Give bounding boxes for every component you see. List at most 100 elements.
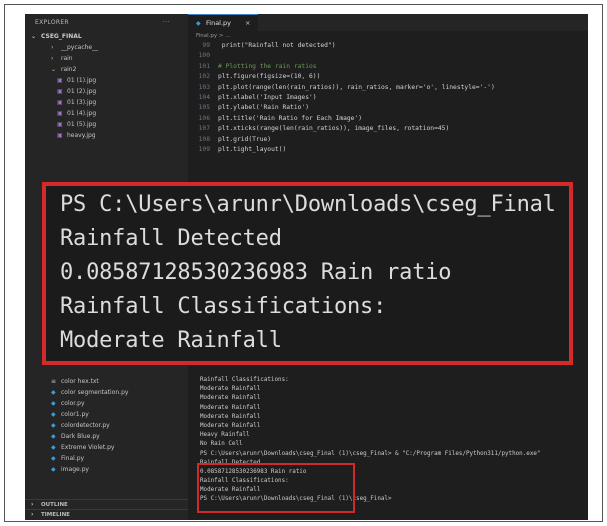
- sidebar-item[interactable]: ▣ 01 (4).jpg: [25, 108, 188, 119]
- code-line: 108 plt.grid(True): [188, 135, 588, 145]
- sidebar-item[interactable]: ▣ 01 (2).jpg: [25, 86, 188, 97]
- code-text: plt.ylabel('Rain Ratio'): [218, 104, 309, 112]
- sidebar-item[interactable]: ▣ heavy.jpg: [25, 130, 188, 141]
- image-file-icon: ▣: [57, 132, 63, 139]
- image-file-icon: ▣: [57, 88, 63, 95]
- python-file-icon: ◆: [51, 422, 56, 429]
- terminal-line: Moderate Rainfall: [200, 422, 261, 429]
- sidebar-item-label: 01 (5).jpg: [67, 121, 97, 128]
- sidebar-file-item[interactable]: ◆ Dark Blue.py: [25, 431, 188, 442]
- sidebar-file-label: color hex.txt: [61, 378, 99, 385]
- terminal-line: PS C:\Users\arunr\Downloads\cseg_Final (…: [200, 450, 541, 457]
- sidebar-item-label: rain: [61, 55, 73, 62]
- code-line: 103 plt.plot(range(len(rain_ratios)), rai…: [188, 83, 588, 93]
- code-line: 104 plt.xlabel('Input Images'): [188, 93, 588, 103]
- sidebar-file-item[interactable]: ≡ color hex.txt: [25, 376, 188, 387]
- sidebar-file-item[interactable]: ◆ color.py: [25, 398, 188, 409]
- sidebar-item-label: 01 (4).jpg: [67, 110, 97, 117]
- python-file-icon: ◆: [51, 433, 56, 440]
- code-line: 102 plt.figure(figsize=(10, 6)): [188, 72, 588, 82]
- line-number: 105: [198, 104, 210, 112]
- python-file-icon: ◆: [51, 411, 56, 418]
- explorer-title-label: EXPLORER: [35, 19, 69, 26]
- code-editor[interactable]: 99 print("Rainfall not detected") 100 101 #…: [188, 41, 588, 155]
- code-text: plt.plot(range(len(rain_ratios)), rain_r…: [218, 83, 495, 91]
- image-file-icon: ▣: [57, 99, 63, 106]
- line-number: 102: [198, 73, 210, 81]
- terminal-highlight-box: [197, 463, 355, 513]
- terminal-line: Rainfall Classifications:: [200, 377, 289, 383]
- sidebar-file-label: colordetector.py: [61, 422, 110, 429]
- sidebar-item[interactable]: › __pycache__: [25, 42, 188, 53]
- timeline-section[interactable]: › TIMELINE: [25, 509, 188, 519]
- terminal-line: No Rain Cell: [200, 441, 243, 448]
- code-line: 109 plt.tight_layout(): [188, 145, 588, 155]
- close-icon[interactable]: ×: [245, 19, 250, 27]
- terminal-line: Moderate Rainfall: [200, 395, 261, 402]
- image-file-icon: ▣: [57, 77, 63, 84]
- chevron-right-icon: ›: [51, 44, 54, 51]
- chevron-right-icon: ›: [51, 55, 54, 62]
- vscode-screenshot: EXPLORER ··· ⌄ CSEG_FINAL › __pycache__ › ra…: [25, 14, 588, 520]
- terminal-line: Heavy Rainfall: [200, 432, 250, 439]
- python-file-icon: ◆: [51, 389, 56, 396]
- sidebar-file-item[interactable]: ◆ image.py: [25, 464, 188, 475]
- sidebar-item-label: 01 (3).jpg: [67, 99, 97, 106]
- explorer-lower-list: ≡ color hex.txt ◆ color segmentation.py ◆ col…: [25, 376, 188, 475]
- sidebar-file-label: image.py: [61, 466, 89, 473]
- python-file-icon: ◆: [51, 400, 56, 407]
- sidebar-item[interactable]: › rain: [25, 53, 188, 64]
- sidebar-file-item[interactable]: ◆ color1.py: [25, 409, 188, 420]
- line-number: 106: [198, 114, 210, 122]
- line-number: 101: [198, 62, 210, 70]
- chevron-down-icon: ⌄: [51, 66, 57, 73]
- explorer-title: EXPLORER ···: [25, 14, 188, 31]
- sidebar-file-item[interactable]: ◆ colordetector.py: [25, 420, 188, 431]
- line-number: 107: [198, 125, 210, 133]
- line-number: 99: [202, 42, 210, 49]
- code-text: plt.xlabel('Input Images'): [218, 93, 317, 101]
- code-text: plt.title('Rain Ratio for Each Image'): [218, 114, 363, 122]
- image-file-icon: ▣: [57, 121, 63, 128]
- code-text: # Plotting the rain ratios: [218, 62, 317, 70]
- zoom-terminal-line: Moderate Rainfall: [60, 328, 282, 353]
- code-text: plt.tight_layout(): [218, 145, 287, 153]
- text-file-icon: ≡: [51, 378, 57, 385]
- more-actions-icon[interactable]: ···: [163, 14, 170, 31]
- sidebar-file-label: color segmentation.py: [61, 389, 129, 396]
- tab-final-py[interactable]: ◆ Final.py ×: [188, 14, 258, 31]
- figure-frame: EXPLORER ··· ⌄ CSEG_FINAL › __pycache__ › ra…: [4, 4, 603, 522]
- sidebar-file-item[interactable]: ◆ Extreme Violet.py: [25, 442, 188, 453]
- code-line: 106 plt.title('Rain Ratio for Each Image'…: [188, 114, 588, 124]
- editor-tab-bar: ◆ Final.py ×: [188, 14, 588, 31]
- sidebar-file-label: color.py: [61, 400, 85, 407]
- project-folder[interactable]: ⌄ CSEG_FINAL: [25, 31, 188, 42]
- sidebar-file-item[interactable]: ◆ color segmentation.py: [25, 387, 188, 398]
- sidebar-item[interactable]: ⌄ rain2: [25, 64, 188, 75]
- sidebar-file-item[interactable]: ◆ Final.py: [25, 453, 188, 464]
- timeline-label: TIMELINE: [41, 512, 70, 518]
- line-number: 109: [198, 145, 210, 153]
- terminal-line: Moderate Rainfall: [200, 386, 261, 393]
- sidebar-file-label: color1.py: [61, 411, 89, 418]
- zoom-terminal-line: Rainfall Detected: [60, 226, 282, 251]
- python-file-icon: ◆: [51, 444, 56, 451]
- outline-section[interactable]: › OUTLINE: [25, 499, 188, 509]
- terminal-line: Moderate Rainfall: [200, 413, 261, 420]
- python-file-icon: ◆: [51, 466, 56, 473]
- sidebar-item[interactable]: ▣ 01 (3).jpg: [25, 97, 188, 108]
- code-line: 105 plt.ylabel('Rain Ratio'): [188, 103, 588, 113]
- sidebar-item[interactable]: ▣ 01 (5).jpg: [25, 119, 188, 130]
- sidebar-item-label: 01 (2).jpg: [67, 88, 97, 95]
- code-text: plt.grid(True): [218, 135, 272, 143]
- sidebar-item[interactable]: ▣ 01 (1).jpg: [25, 75, 188, 86]
- image-file-icon: ▣: [57, 110, 63, 117]
- python-file-icon: ◆: [51, 455, 56, 462]
- code-text: print("Rainfall not detected"): [218, 42, 336, 49]
- chevron-right-icon: ›: [31, 501, 34, 508]
- code-line: 99 print("Rainfall not detected"): [188, 41, 588, 51]
- breadcrumb[interactable]: Final.py > ...: [188, 31, 231, 41]
- code-line: 100: [188, 51, 588, 61]
- sidebar-file-label: Final.py: [61, 455, 85, 462]
- terminal-line: Moderate Rainfall: [200, 404, 261, 411]
